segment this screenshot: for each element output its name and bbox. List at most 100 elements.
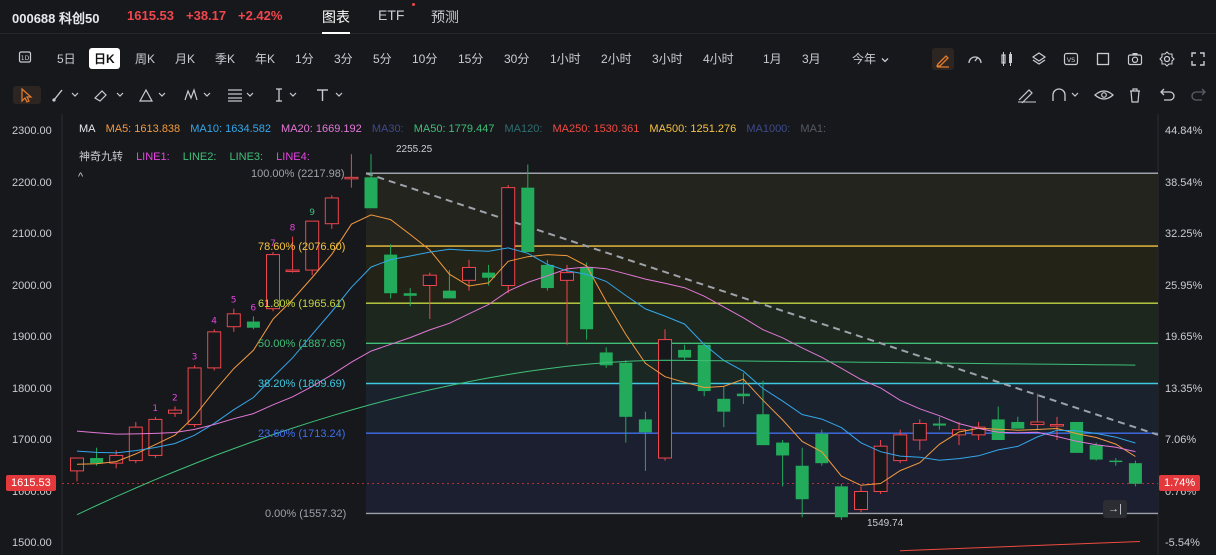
ma250-line (899, 540, 1141, 552)
fib-lines-icon[interactable] (225, 86, 254, 104)
period-3min[interactable]: 3分 (334, 50, 353, 67)
nine-turn-count: 3 (192, 352, 198, 362)
period-daily[interactable]: 日K (89, 48, 120, 69)
period-3h[interactable]: 3小时 (652, 50, 683, 67)
nine-turn-legend: 神奇九转 LINE1: LINE2: LINE3: LINE4: (79, 148, 320, 164)
candle-body (207, 331, 222, 369)
redo-icon[interactable] (1185, 86, 1213, 104)
period-3m[interactable]: 3月 (802, 50, 821, 67)
vs-compare-icon[interactable]: VS (1062, 50, 1080, 68)
wave-pattern-icon[interactable] (182, 86, 211, 104)
ma-label[interactable]: MA (79, 123, 96, 135)
period-weekly[interactable]: 周K (135, 50, 155, 67)
y-tick-left: 1700.00 (12, 434, 52, 446)
y-tick-right: 32.25% (1165, 228, 1203, 240)
candle-body (854, 491, 868, 511)
fib-zone (366, 433, 1158, 514)
text-tool-icon[interactable] (313, 86, 343, 104)
period-monthly[interactable]: 月K (175, 50, 195, 67)
nine-turn-count: 4 (211, 316, 217, 326)
tab-chart[interactable]: 图表 (322, 7, 350, 34)
expand-icon[interactable] (1189, 50, 1207, 68)
triangle-tool-icon[interactable] (137, 86, 166, 104)
line3-value: LINE3: (229, 151, 264, 163)
nine-turn-count: 6 (250, 303, 256, 313)
undo-icon[interactable] (1153, 86, 1181, 104)
candle-body (422, 274, 437, 286)
period-15min[interactable]: 15分 (458, 50, 483, 67)
ma1000-value: MA1000: (746, 123, 791, 135)
candle-body (403, 293, 417, 296)
candle-body (482, 272, 496, 278)
camera-icon[interactable] (1126, 50, 1144, 68)
period-yearly[interactable]: 年K (255, 50, 275, 67)
candle-body (697, 344, 711, 392)
chevron-down-icon[interactable] (880, 52, 898, 70)
tab-etf[interactable]: ETF (378, 7, 404, 23)
magnet-snap-icon[interactable] (1049, 86, 1079, 104)
last-price: 1615.53 (127, 8, 174, 23)
fib-zone (366, 343, 1158, 384)
line1-value: LINE1: (136, 151, 170, 163)
low-price-label: 1549.74 (867, 518, 904, 529)
y-tick-right: 19.65% (1165, 331, 1203, 343)
fullscreen-square-icon[interactable] (1094, 50, 1112, 68)
period-1min[interactable]: 1分 (295, 50, 314, 67)
fib-zone (366, 303, 1158, 344)
period-ytd[interactable]: 今年 (852, 50, 876, 67)
kline-chart[interactable]: 123456789 2300.00 2200.00 2100.00 2000.0… (0, 114, 1216, 555)
price-change-pct: +2.42% (238, 8, 283, 23)
y-tick-left: 1500.00 (12, 537, 52, 549)
period-5d[interactable]: 5日 (57, 50, 76, 67)
gauge-icon[interactable] (966, 50, 984, 68)
candle-body (678, 349, 692, 358)
kline-canvas[interactable]: 123456789 (0, 114, 1216, 555)
candle-body (932, 423, 946, 426)
period-30min[interactable]: 30分 (504, 50, 529, 67)
brush-tool-icon[interactable] (50, 86, 79, 104)
nine-turn-label[interactable]: 神奇九转 (79, 151, 123, 163)
fib-level-236: 23.60% (1713.24) (258, 428, 346, 440)
candle-body (364, 177, 378, 209)
candle-body (717, 398, 731, 412)
draw-pen-icon[interactable] (932, 48, 954, 70)
candle-body (834, 486, 848, 518)
ruler-pen-icon[interactable] (1014, 86, 1042, 104)
period-quarterly[interactable]: 季K (215, 50, 235, 67)
layers-icon[interactable] (1030, 50, 1048, 68)
nine-turn-count: 8 (290, 224, 296, 234)
fib-level-382: 38.20% (1809.69) (258, 378, 346, 390)
text-cursor-icon[interactable] (270, 86, 298, 104)
jump-to-latest-icon[interactable]: →| (1103, 500, 1127, 518)
last-price-tag: 1615.53 (6, 475, 56, 491)
candle-body (285, 269, 300, 273)
calendar-1d-icon[interactable]: 1D (18, 50, 36, 68)
cursor-icon[interactable] (13, 86, 41, 104)
period-5min[interactable]: 5分 (373, 50, 392, 67)
line2-value: LINE2: (182, 151, 217, 163)
period-4h[interactable]: 4小时 (703, 50, 734, 67)
y-tick-left: 2200.00 (12, 177, 52, 189)
y-tick-left: 2300.00 (12, 125, 52, 137)
line4-value: LINE4: (276, 151, 310, 163)
ma500-value: MA500: 1251.276 (649, 123, 737, 135)
high-price-label: 2255.25 (396, 144, 433, 155)
period-2h[interactable]: 2小时 (601, 50, 632, 67)
trash-icon[interactable] (1121, 86, 1149, 104)
candle-body (1070, 421, 1084, 453)
y-tick-right: 7.06% (1165, 434, 1197, 446)
candle-body (756, 414, 770, 446)
period-10min[interactable]: 10分 (412, 50, 437, 67)
period-1m[interactable]: 1月 (763, 50, 782, 67)
collapse-legend-icon[interactable]: ^ (78, 171, 83, 183)
tab-forecast[interactable]: 预测 (431, 7, 459, 27)
last-pct-tag: 1.74% (1159, 475, 1201, 491)
magnet-tool-icon[interactable] (92, 86, 124, 104)
period-bar: 1D 5日 日K 周K 月K 季K 年K 1分 3分 5分 10分 15分 30… (0, 42, 1216, 74)
svg-text:1D: 1D (21, 55, 30, 62)
gear-icon[interactable] (1158, 50, 1176, 68)
symbol-name: 000688 科创50 (12, 11, 100, 26)
eye-icon[interactable] (1090, 86, 1118, 104)
candle-type-icon[interactable] (998, 50, 1016, 68)
period-1h[interactable]: 1小时 (550, 50, 581, 67)
